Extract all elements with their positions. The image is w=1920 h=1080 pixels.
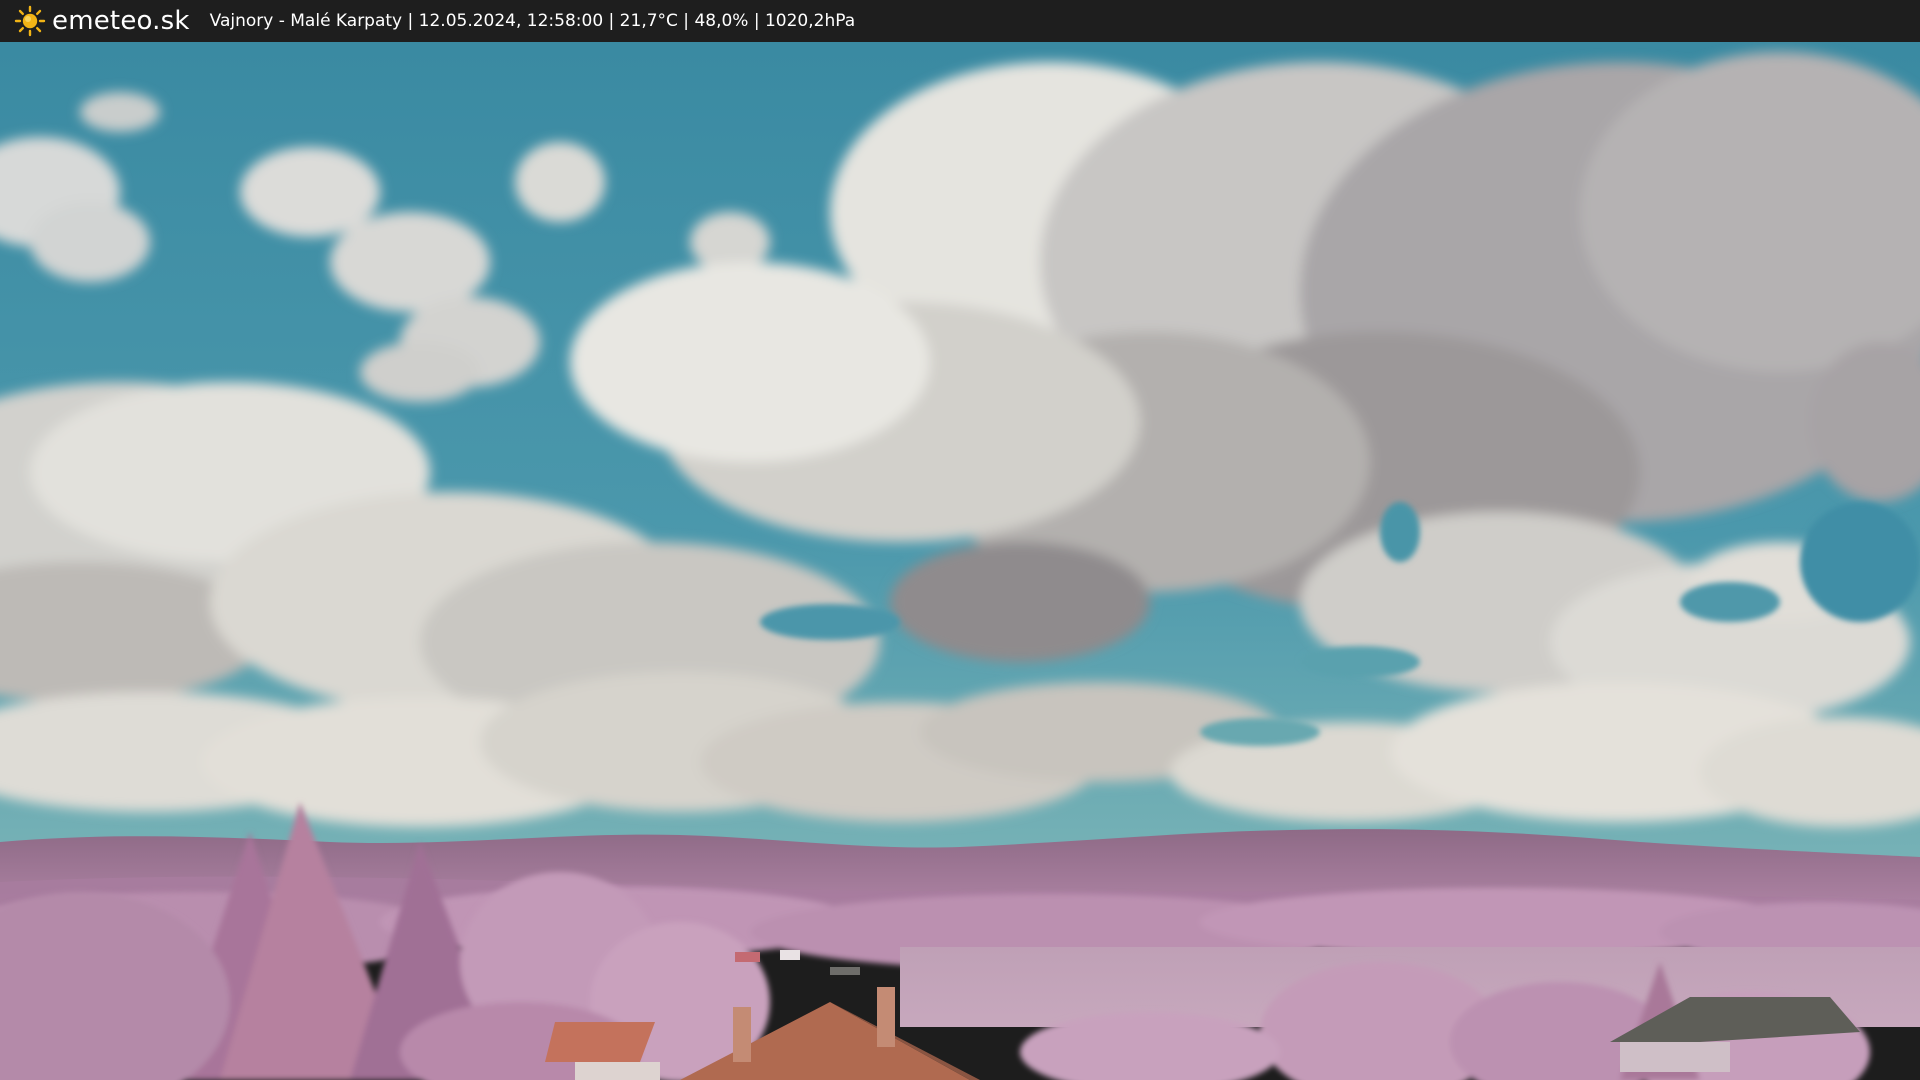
webcam-frame: emeteo.sk Vajnory - Malé Karpaty | 12.05… [0,0,1920,1080]
caption-bar: emeteo.sk Vajnory - Malé Karpaty | 12.05… [0,0,1920,42]
sun-icon [14,5,46,37]
weather-caption: Vajnory - Malé Karpaty | 12.05.2024, 12:… [209,11,856,31]
brand-name: emeteo.sk [52,6,190,36]
brand-logo[interactable]: emeteo.sk [14,0,190,42]
webcam-image [0,42,1920,1080]
clouds [0,52,1920,827]
